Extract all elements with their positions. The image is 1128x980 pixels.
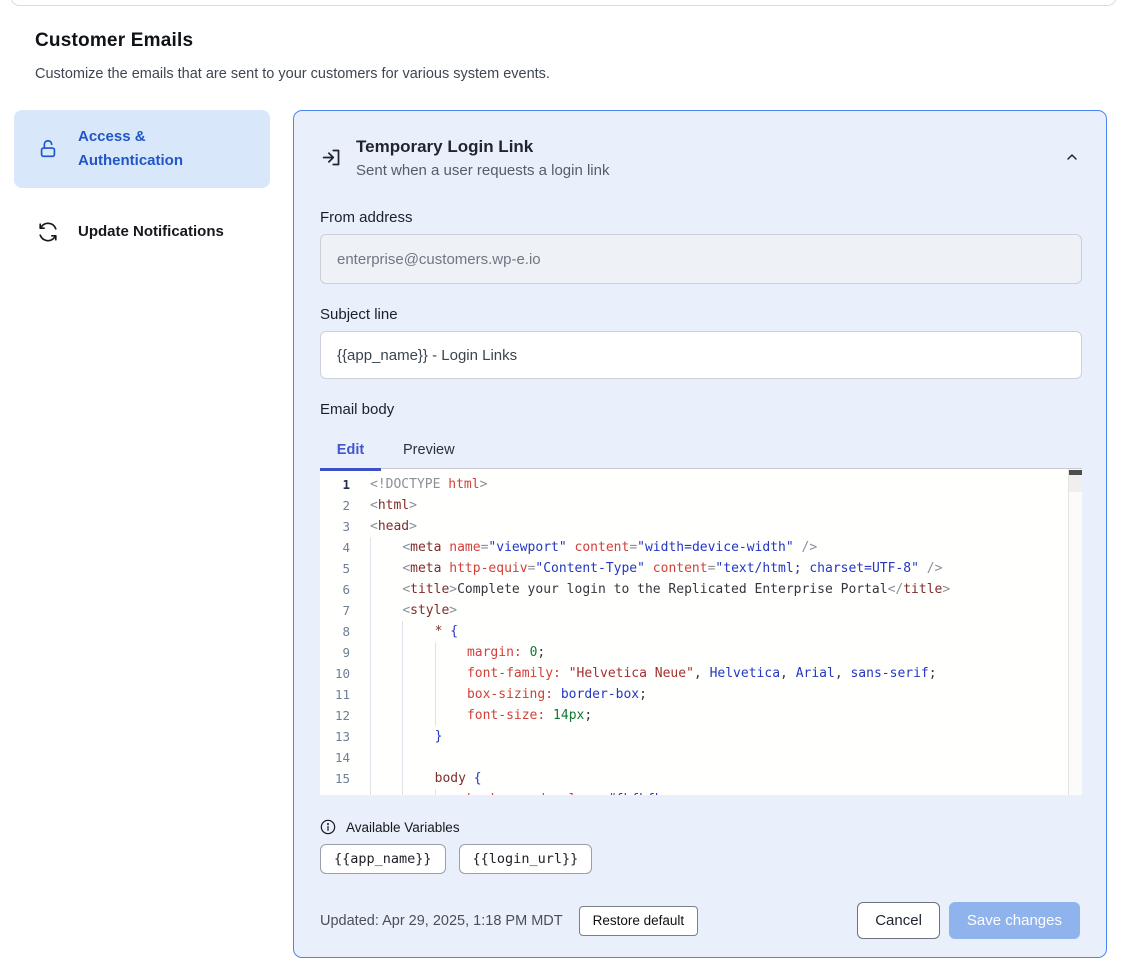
sidebar-item-label: Update Notifications — [78, 220, 224, 244]
code-line: 1<!DOCTYPE html> — [320, 474, 1082, 495]
lock-icon — [36, 137, 60, 161]
chevron-up-icon[interactable] — [1064, 149, 1080, 165]
code-line: 14 — [320, 747, 1082, 768]
code-line: 12 font-size: 14px; — [320, 705, 1082, 726]
panel-footer: Updated: Apr 29, 2025, 1:18 PM MDT Resto… — [320, 902, 1080, 939]
subject-line-input[interactable] — [320, 331, 1082, 379]
updated-timestamp: Updated: Apr 29, 2025, 1:18 PM MDT — [320, 913, 563, 929]
restore-default-button[interactable]: Restore default — [579, 906, 699, 936]
code-line: 3<head> — [320, 516, 1082, 537]
available-variables-label: Available Variables — [346, 820, 460, 835]
tab-edit[interactable]: Edit — [320, 436, 381, 458]
page-header: Customer Emails Customize the emails tha… — [35, 30, 935, 82]
code-line: 6 <title>Complete your login to the Repl… — [320, 579, 1082, 600]
footer-action-buttons: Cancel Save changes — [857, 902, 1080, 939]
cancel-button[interactable]: Cancel — [857, 902, 940, 939]
code-line: 5 <meta http-equiv="Content-Type" conten… — [320, 558, 1082, 579]
sidebar-item-update-notifications[interactable]: Update Notifications — [14, 206, 270, 258]
code-line: 4 <meta name="viewport" content="width=d… — [320, 537, 1082, 558]
page-title: Customer Emails — [35, 30, 935, 52]
panel-header: Temporary Login Link Sent when a user re… — [320, 137, 1080, 187]
from-address-label: From address — [320, 209, 1080, 226]
code-line: 8 * { — [320, 621, 1082, 642]
from-address-input[interactable] — [320, 234, 1082, 284]
login-icon — [321, 147, 342, 168]
panel-title: Temporary Login Link — [356, 137, 609, 157]
email-types-sidebar: Access & Authentication Update Notificat… — [14, 110, 270, 258]
code-line: 11 box-sizing: border-box; — [320, 684, 1082, 705]
code-line: 16 background-color: #fbfbfb; — [320, 789, 1082, 795]
editor-scrollbar-thumb[interactable] — [1069, 470, 1082, 475]
code-line: 15 body { — [320, 768, 1082, 789]
info-icon — [320, 819, 336, 835]
code-line: 9 margin: 0; — [320, 642, 1082, 663]
available-variables-row: Available Variables — [320, 819, 1080, 835]
code-line: 10 font-family: "Helvetica Neue", Helvet… — [320, 663, 1082, 684]
panel-header-text: Temporary Login Link Sent when a user re… — [356, 137, 609, 179]
subject-line-label: Subject line — [320, 306, 1080, 323]
save-changes-button[interactable]: Save changes — [949, 902, 1080, 939]
active-tab-indicator — [320, 468, 381, 471]
email-body-tabs: Edit Preview — [320, 436, 1080, 468]
variable-chip-app-name[interactable]: {{app_name}} — [320, 844, 446, 874]
variable-chips: {{app_name}} {{login_url}} — [320, 844, 1080, 874]
email-body-editor-wrap: 1<!DOCTYPE html>2<html>3<head>4 <meta na… — [320, 468, 1082, 795]
code-line: 2<html> — [320, 495, 1082, 516]
editor-scrollbar[interactable] — [1068, 469, 1082, 795]
sidebar-item-label: Access & Authentication — [78, 125, 228, 173]
refresh-icon — [36, 220, 60, 244]
panel-subtitle: Sent when a user requests a login link — [356, 162, 609, 179]
code-line: 7 <style> — [320, 600, 1082, 621]
previous-card-bottom-edge — [10, 0, 1117, 6]
sidebar-item-access-authentication[interactable]: Access & Authentication — [14, 110, 270, 188]
tab-preview[interactable]: Preview — [403, 436, 455, 458]
page-subtitle: Customize the emails that are sent to yo… — [35, 66, 935, 82]
temporary-login-link-panel: Temporary Login Link Sent when a user re… — [293, 110, 1107, 958]
variable-chip-login-url[interactable]: {{login_url}} — [459, 844, 593, 874]
code-lines: 1<!DOCTYPE html>2<html>3<head>4 <meta na… — [320, 469, 1082, 795]
code-editor[interactable]: 1<!DOCTYPE html>2<html>3<head>4 <meta na… — [320, 468, 1082, 795]
email-body-label: Email body — [320, 401, 1080, 418]
code-line: 13 } — [320, 726, 1082, 747]
